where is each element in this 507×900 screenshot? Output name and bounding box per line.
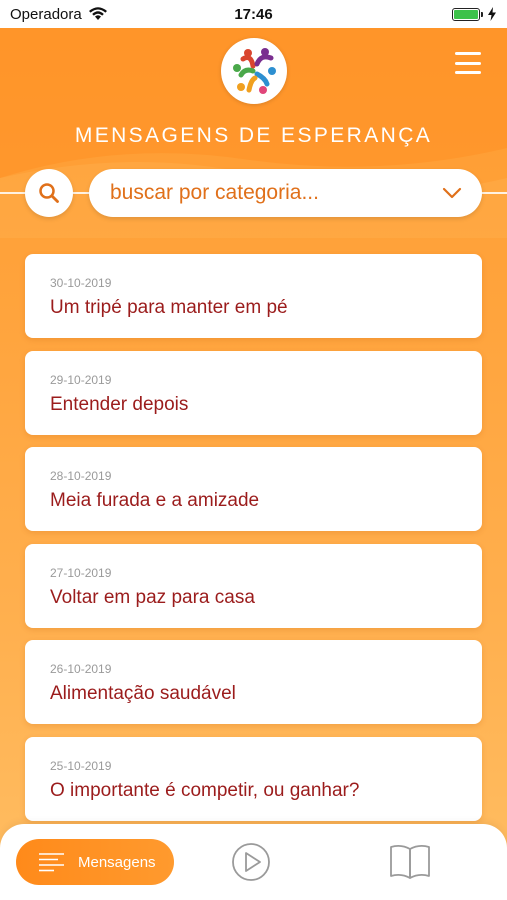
menu-bar (455, 61, 481, 65)
status-bar: Operadora 17:46 (0, 0, 507, 28)
menu-bar (455, 52, 481, 55)
battery-level (454, 9, 478, 19)
tab-messages-label: Mensagens (78, 853, 156, 871)
menu-bar (455, 71, 481, 74)
message-date: 26-10-2019 (50, 662, 112, 676)
message-card[interactable]: 29-10-2019 Entender depois (25, 351, 482, 435)
chevron-down-icon (442, 187, 462, 199)
hamburger-menu-icon[interactable] (455, 52, 481, 74)
message-title: Um tripé para manter em pé (50, 297, 288, 318)
battery-icon (452, 7, 483, 21)
carrier-label: Operadora (10, 5, 82, 23)
status-left: Operadora (10, 6, 108, 23)
status-right (452, 7, 497, 21)
message-card[interactable]: 27-10-2019 Voltar em paz para casa (25, 544, 482, 628)
message-date: 29-10-2019 (50, 373, 112, 387)
search-button[interactable] (25, 169, 73, 217)
search-icon (39, 183, 59, 203)
message-title: Meia furada e a amizade (50, 490, 260, 511)
bottom-tab-bar: Mensagens (0, 824, 507, 900)
app-logo (221, 38, 287, 104)
play-circle-icon[interactable] (231, 842, 271, 882)
message-date: 27-10-2019 (50, 566, 112, 580)
message-title: O importante é competir, ou ganhar? (50, 780, 360, 801)
wifi-icon (88, 7, 107, 20)
community-people-logo-icon (233, 48, 276, 94)
category-placeholder: buscar por categoria... (110, 181, 319, 204)
message-title: Entender depois (50, 394, 189, 415)
tab-messages[interactable]: Mensagens (16, 839, 174, 885)
open-book-icon[interactable] (389, 842, 431, 880)
charging-bolt-icon (488, 7, 496, 21)
message-card[interactable]: 30-10-2019 Um tripé para manter em pé (25, 254, 482, 338)
message-card[interactable]: 25-10-2019 O importante é competir, ou g… (25, 737, 482, 821)
message-date: 28-10-2019 (50, 469, 112, 483)
category-dropdown[interactable]: buscar por categoria... (89, 169, 482, 217)
message-card[interactable]: 26-10-2019 Alimentação saudável (25, 640, 482, 724)
message-date: 25-10-2019 (50, 759, 112, 773)
message-card[interactable]: 28-10-2019 Meia furada e a amizade (25, 447, 482, 531)
message-title: Alimentação saudável (50, 683, 236, 704)
page-title: MENSAGENS DE ESPERANÇA (74, 124, 433, 147)
message-date: 30-10-2019 (50, 276, 112, 290)
message-title: Voltar em paz para casa (50, 587, 255, 608)
list-icon (39, 853, 64, 872)
